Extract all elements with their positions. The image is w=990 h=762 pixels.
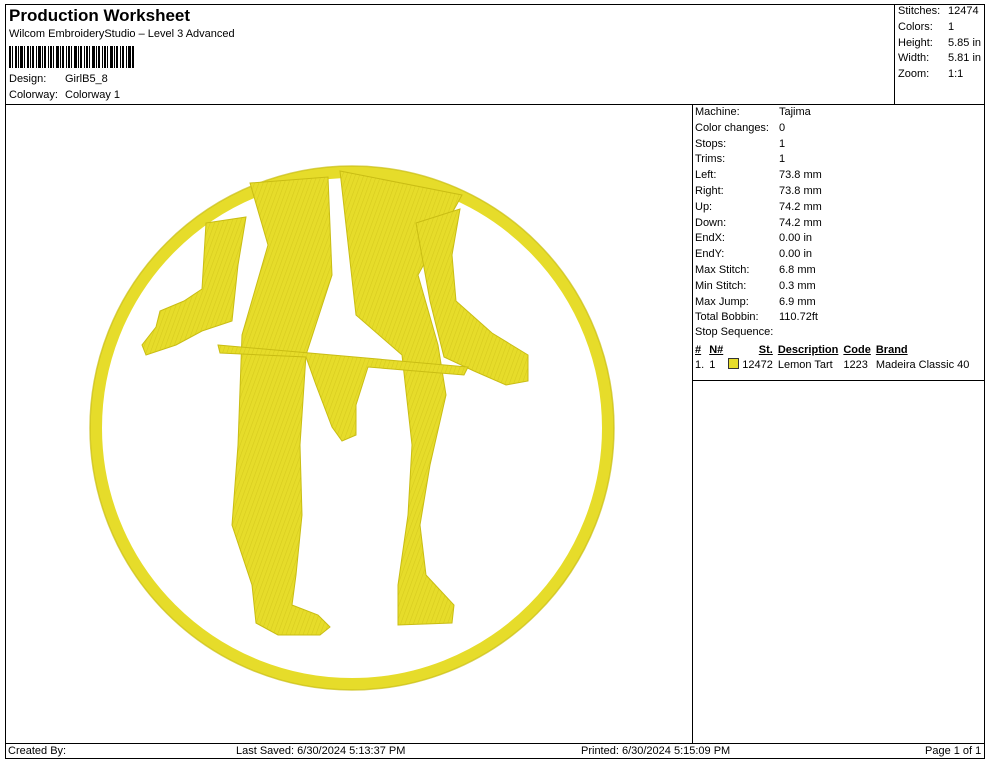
row-description: Lemon Tart — [777, 358, 833, 371]
details-divider — [692, 104, 693, 744]
row-stitches-cell: 12472 — [728, 357, 778, 372]
stop-sequence-header-row: # N# St. Description Code Brand — [695, 342, 974, 357]
detail-row: Total Bobbin: 110.72ft — [695, 310, 822, 326]
embroidery-design-preview — [89, 165, 615, 691]
detail-label: Right: — [695, 184, 724, 197]
design-label: Design: — [9, 73, 47, 85]
detail-label: Up: — [695, 200, 713, 213]
summary-label: Height: — [898, 36, 933, 49]
detail-row: Right: 73.8 mm — [695, 184, 822, 200]
detail-value: 0.00 in — [779, 248, 813, 261]
summary-value: 1:1 — [948, 68, 964, 81]
summary-value: 1 — [948, 20, 955, 33]
detail-row: EndX: 0.00 in — [695, 231, 822, 247]
detail-value: 110.72ft — [779, 311, 818, 324]
design-value: GirlB5_8 — [65, 73, 108, 85]
summary-value: 5.81 in — [948, 52, 982, 65]
summary-row: Width: 5.81 in — [898, 51, 981, 67]
colorway-label: Colorway: — [9, 89, 58, 101]
summary-label: Width: — [898, 52, 930, 65]
detail-value: 1 — [779, 153, 786, 166]
summary-value: 12474 — [948, 5, 979, 17]
detail-label: Max Jump: — [695, 295, 749, 308]
detail-value: 6.9 mm — [779, 295, 816, 308]
header-number: # — [695, 343, 702, 356]
detail-row: Stops: 1 — [695, 137, 822, 153]
table-row: 1. 1 12472 Lemon Tart 1223 Madeira Class… — [695, 357, 974, 372]
row-brand: Madeira Classic 40 — [875, 358, 970, 371]
detail-row: Color changes: 0 — [695, 121, 822, 137]
left-arm-shape — [141, 216, 247, 356]
detail-label: EndX: — [695, 232, 725, 245]
detail-label: Down: — [695, 216, 727, 229]
detail-label: Max Stitch: — [695, 263, 750, 276]
footer-page: Page 1 of 1 — [925, 745, 982, 757]
summary-label: Zoom: — [898, 68, 930, 81]
detail-value: 73.8 mm — [779, 169, 822, 182]
summary-panel: Stitches: 12474 Colors: 1 Height: 5.85 in W… — [898, 4, 981, 83]
summary-row: Colors: 1 — [898, 20, 981, 36]
stop-sequence-table: # N# St. Description Code Brand 1. 1 124… — [695, 342, 974, 372]
footer-divider — [5, 743, 985, 744]
left-leg-shape — [231, 176, 333, 636]
footer-last-saved: Last Saved: 6/30/2024 5:13:37 PM — [236, 745, 406, 757]
summary-row: Height: 5.85 in — [898, 36, 981, 52]
header-code: Code — [843, 343, 871, 356]
detail-label: Total Bobbin: — [695, 311, 759, 324]
detail-row: Trims: 1 — [695, 152, 822, 168]
summary-label: Stitches: — [898, 5, 941, 17]
detail-label: Color changes: — [695, 121, 769, 134]
detail-row: Max Stitch: 6.8 mm — [695, 263, 822, 279]
header-brand: Brand — [875, 343, 908, 356]
row-code: 1223 — [843, 358, 868, 371]
summary-row: Stitches: 12474 — [898, 4, 981, 20]
summary-value: 5.85 in — [948, 36, 982, 49]
stop-sequence-title: Stop Sequence: — [695, 326, 774, 338]
detail-row: Min Stitch: 0.3 mm — [695, 279, 822, 295]
detail-row: Max Jump: 6.9 mm — [695, 295, 822, 311]
detail-label: Left: — [695, 169, 717, 182]
detail-row: Machine: Tajima — [695, 105, 822, 121]
machine-details: Machine: Tajima Color changes: 0 Stops: 1 T… — [695, 105, 822, 326]
summary-divider — [894, 4, 895, 104]
detail-row: Down: 74.2 mm — [695, 216, 822, 232]
detail-value: 1 — [779, 137, 786, 150]
detail-row: EndY: 0.00 in — [695, 247, 822, 263]
header-stitches: St. — [758, 343, 773, 356]
software-name: Wilcom EmbroideryStudio – Level 3 Advanc… — [9, 28, 235, 40]
detail-row: Up: 74.2 mm — [695, 200, 822, 216]
detail-value: Tajima — [779, 106, 811, 118]
detail-value: 73.8 mm — [779, 184, 822, 197]
color-swatch — [728, 358, 740, 369]
row-needle: 1 — [709, 358, 716, 371]
detail-value: 0 — [779, 121, 786, 134]
barcode-icon — [9, 46, 134, 68]
detail-value: 74.2 mm — [779, 200, 822, 213]
footer-printed: Printed: 6/30/2024 5:15:09 PM — [581, 745, 731, 757]
colorway-value: Colorway 1 — [65, 89, 121, 101]
design-name-row: Design: GirlB5_8 — [9, 73, 108, 85]
page-title: Production Worksheet — [9, 6, 191, 25]
details-bottom-divider — [692, 380, 985, 381]
detail-label: Stops: — [695, 137, 727, 150]
summary-row: Zoom: 1:1 — [898, 67, 981, 83]
detail-label: Min Stitch: — [695, 279, 747, 292]
row-stitches: 12472 — [742, 359, 773, 371]
header-needle: N# — [709, 343, 724, 356]
detail-value: 74.2 mm — [779, 216, 822, 229]
detail-row: Left: 73.8 mm — [695, 168, 822, 184]
detail-label: Machine: — [695, 106, 740, 118]
summary-label: Colors: — [898, 20, 933, 33]
row-number: 1. — [695, 358, 705, 371]
detail-value: 0.00 in — [779, 232, 813, 245]
footer-created-by: Created By: — [8, 745, 67, 757]
header-description: Description — [777, 343, 839, 356]
detail-label: EndY: — [695, 248, 725, 261]
colorway-row: Colorway: Colorway 1 — [9, 89, 120, 101]
detail-value: 0.3 mm — [779, 279, 816, 292]
detail-value: 6.8 mm — [779, 263, 816, 276]
detail-label: Trims: — [695, 153, 726, 166]
